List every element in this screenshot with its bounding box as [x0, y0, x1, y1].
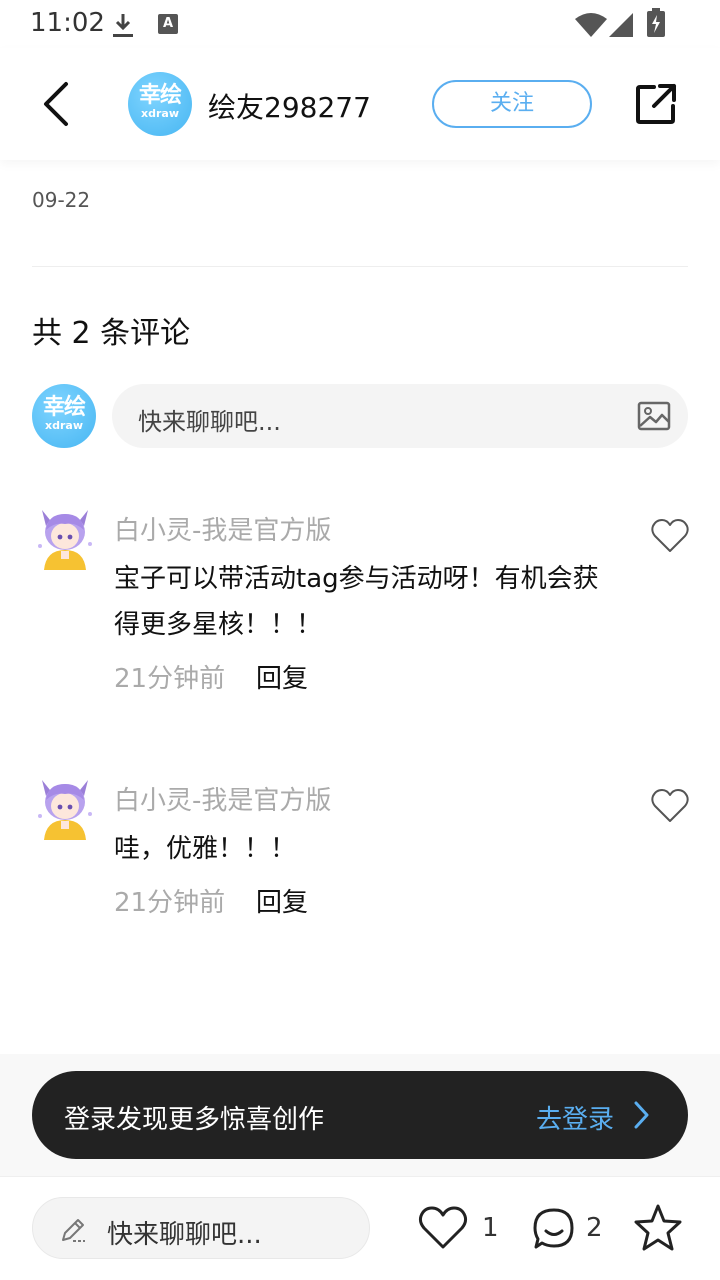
text-badge-icon: A [158, 14, 178, 34]
current-user-avatar: 幸绘 xdraw [32, 384, 96, 448]
status-bar: 11:02 A [0, 0, 720, 48]
like-count: 1 [482, 1213, 499, 1243]
logo-sub-text: xdraw [141, 107, 179, 120]
battery-icon [647, 8, 665, 37]
logo-main-text: 幸绘 [138, 83, 182, 108]
commenter-name[interactable]: 白小灵-我是官方版 [114, 510, 331, 547]
comment-input[interactable]: 快来聊聊吧... [112, 384, 688, 448]
comment-input-placeholder: 快来聊聊吧... [138, 408, 281, 436]
heart-icon[interactable] [650, 518, 690, 554]
back-button[interactable] [36, 78, 80, 130]
image-icon[interactable] [636, 398, 672, 434]
bottom-comment-input[interactable]: 快来聊聊吧... [32, 1197, 370, 1259]
comment-bubble-icon[interactable] [532, 1207, 576, 1251]
heart-icon[interactable] [650, 788, 690, 824]
commenter-name[interactable]: 白小灵-我是官方版 [114, 780, 331, 817]
reply-button[interactable]: 回复 [256, 882, 308, 919]
signal-icon [609, 13, 633, 37]
bottom-action-bar: 快来聊聊吧... 1 2 [0, 1176, 720, 1280]
commenter-avatar[interactable] [36, 506, 94, 570]
login-link[interactable]: 去登录 [536, 1099, 614, 1136]
comment-count-heading: 共 2 条评论 [32, 316, 191, 351]
star-icon[interactable] [632, 1203, 684, 1253]
comment-text: 宝子可以带活动tag参与活动呀！有机会获得更多星核！！！ [114, 564, 599, 640]
author-username[interactable]: 绘友298277 [208, 86, 371, 126]
chevron-right-icon [634, 1101, 649, 1129]
commenter-avatar[interactable] [36, 776, 94, 840]
heart-icon[interactable] [418, 1205, 468, 1251]
login-banner-text: 登录发现更多惊喜创作 [64, 1105, 325, 1135]
comment-item: 白小灵-我是官方版 哇，优雅！！！ 21分钟前 回复 [0, 776, 720, 926]
login-banner-area: 登录发现更多惊喜创作 去登录 [0, 1054, 720, 1176]
divider [32, 266, 688, 267]
top-header: 幸绘 xdraw 绘友298277 关注 [0, 48, 720, 160]
pen-icon [62, 1219, 85, 1242]
follow-button[interactable]: 关注 [432, 80, 592, 128]
logo-sub-text: xdraw [45, 419, 83, 432]
comment-time: 21分钟前 [114, 888, 226, 918]
status-time: 11:02 [30, 8, 105, 38]
logo-main-text: 幸绘 [42, 395, 86, 420]
share-icon[interactable] [634, 82, 678, 126]
comment-text: 哇，优雅！！！ [114, 834, 297, 864]
bottom-input-placeholder: 快来聊聊吧... [107, 1220, 262, 1250]
comment-time: 21分钟前 [114, 664, 226, 694]
comment-item: 白小灵-我是官方版 宝子可以带活动tag参与活动呀！有机会获得更多星核！！！ 2… [0, 506, 720, 706]
reply-button[interactable]: 回复 [256, 658, 308, 695]
comment-count: 2 [586, 1213, 603, 1243]
wifi-icon [575, 13, 607, 37]
login-banner[interactable]: 登录发现更多惊喜创作 去登录 [32, 1071, 688, 1159]
download-icon [113, 14, 133, 37]
post-date: 09-22 [32, 188, 91, 212]
author-avatar[interactable]: 幸绘 xdraw [128, 72, 192, 136]
